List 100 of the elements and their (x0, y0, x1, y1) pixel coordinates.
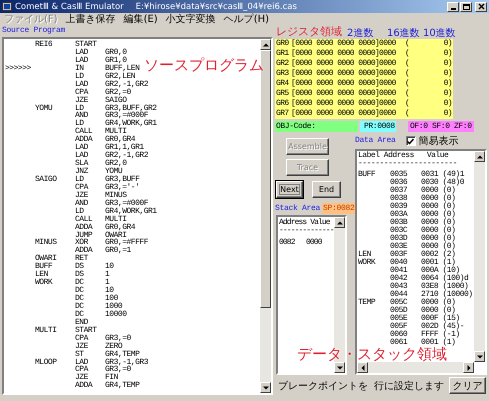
value-cell: FFFF (-1) (421, 331, 460, 339)
code-opcode: ADDA (75, 382, 94, 390)
address-cell-text: 0035 (390, 171, 408, 179)
address-cell-text: 005D (390, 307, 408, 315)
decimal-bracket: ( (405, 49, 410, 59)
divider-text: -------------- (279, 227, 334, 235)
register-name: GR1 (276, 49, 290, 59)
close-button[interactable] (475, 2, 487, 12)
decimal-bracket: ( (405, 69, 410, 79)
code-label: REI6 (35, 41, 54, 49)
action-button[interactable]: End (312, 181, 341, 198)
menu-item[interactable]: 小文字変換 (166, 14, 216, 26)
section-label: Data Area (355, 136, 396, 146)
value-cell: 0000 (0) (421, 187, 456, 195)
menu-item[interactable]: 編集(E) (124, 14, 158, 26)
window-icon (2, 2, 12, 11)
label-cell-text: LEN (358, 251, 371, 259)
value-cell: 0031 (49)1 (421, 171, 464, 179)
code-opcode: LAD (75, 144, 89, 152)
decimal-bracket: ( (405, 59, 410, 69)
code-opcode: START (75, 326, 98, 335)
hex-value: 0000 (379, 79, 397, 89)
clear-button[interactable]: クリア (449, 377, 486, 394)
code-operand: GR2,-1,GR2 (105, 80, 148, 89)
maximize-button[interactable] (460, 2, 472, 12)
scrollbar[interactable] (474, 151, 485, 362)
decimal-value: 0) (444, 59, 452, 69)
value-cell: 0000 (0) (421, 219, 456, 227)
code-operand: FIN (105, 374, 118, 382)
code-opcode: JNZ (75, 168, 90, 176)
code-label: MINUS (35, 239, 58, 248)
code-opcode: LD (75, 120, 84, 128)
code-opcode: LAD (75, 80, 88, 89)
code-opcode: AND (75, 200, 89, 208)
code-operand: 100 (105, 295, 118, 303)
code-operand: OWARI (105, 232, 127, 240)
menu-item[interactable]: ヘルプ(H) (224, 14, 270, 26)
code-label: OWARI (35, 255, 58, 264)
code-operand: GR2,LEN (105, 72, 136, 81)
value-cell: 0001 (1) (421, 259, 456, 267)
code-opcode: DC (75, 310, 84, 319)
code-operand: GR4,WORK,GR1 (105, 208, 157, 216)
menu-item[interactable]: 上書き保存 (66, 14, 116, 26)
annotation-label: ソースプログラム (144, 56, 264, 75)
code-operand: GR4,TEMP (105, 382, 140, 390)
column-header: 16進数 (387, 28, 420, 39)
value-cell: 0001 (1) (421, 339, 456, 347)
decimal-bracket: ( (405, 39, 410, 49)
code-operand: GR4,TEMP (105, 350, 140, 358)
address-cell-text: 0036 (390, 179, 408, 187)
address-cell-text: 005F (390, 323, 408, 331)
code-opcode: CALL (75, 216, 94, 224)
code-operand: 1000 (105, 302, 122, 311)
current-line-marker: >>>>>> (4, 64, 32, 73)
code-opcode: DS (75, 271, 85, 280)
address-cell-text: 0038 (390, 195, 408, 203)
code-opcode: LAD (75, 56, 89, 65)
decimal-value: 0) (444, 109, 452, 119)
status-field: OBJ-Code: (275, 121, 358, 132)
window-title: CometⅢ & CasⅢ Emulator (15, 2, 124, 12)
code-operand: GR3,=#000F (105, 200, 148, 208)
section-label: Stack Area (275, 204, 320, 214)
code-opcode: LAD (75, 358, 88, 366)
code-opcode: CPA (75, 184, 90, 192)
code-opcode: JUMP (75, 232, 94, 240)
value-cell: 0000 (0) (421, 235, 456, 243)
code-operand: 10000 (105, 310, 127, 319)
label-cell-text: BUFF (358, 171, 376, 179)
register-name: GR7 (276, 109, 290, 119)
value-cell: 002D (45)- (421, 323, 464, 331)
code-operand: GR3,=0 (105, 366, 131, 374)
code-opcode: LD (75, 72, 84, 81)
address-cell-text: 0041 (390, 267, 408, 275)
minimize-button[interactable] (447, 2, 459, 12)
code-opcode: ADDA (75, 247, 94, 256)
decimal-value: 0) (444, 89, 452, 99)
checkbox[interactable] (406, 136, 416, 146)
code-operand: 10 (105, 287, 114, 295)
address-cell-text: 0060 (390, 331, 408, 339)
address-cell-text: 003D (390, 235, 408, 243)
code-opcode: RET (75, 255, 90, 264)
list-header: Label Address Value (358, 152, 450, 160)
code-operand: GR2,0 (105, 160, 127, 168)
address-cell-text: 003B (390, 219, 408, 227)
value-cell: 0002 (2) (421, 251, 456, 259)
action-button[interactable]: Next (276, 181, 303, 198)
code-opcode: CALL (75, 128, 94, 136)
value-cell: 000F (15) (421, 315, 460, 323)
scrollbar[interactable] (357, 362, 474, 373)
code-opcode: LD (75, 104, 84, 112)
address-cell-text: 003A (390, 211, 408, 219)
decimal-bracket: ( (405, 79, 410, 89)
code-opcode: IN (75, 64, 85, 73)
code-opcode: JZE (75, 96, 89, 104)
instruction-text: 行に設定します (374, 380, 444, 392)
decimal-value: 0) (444, 69, 452, 79)
value-cell: 0030 (48)0 (421, 179, 464, 187)
code-opcode: JZE (75, 374, 88, 382)
code-opcode: LD (75, 176, 84, 184)
code-label: MLOOP (35, 358, 58, 366)
